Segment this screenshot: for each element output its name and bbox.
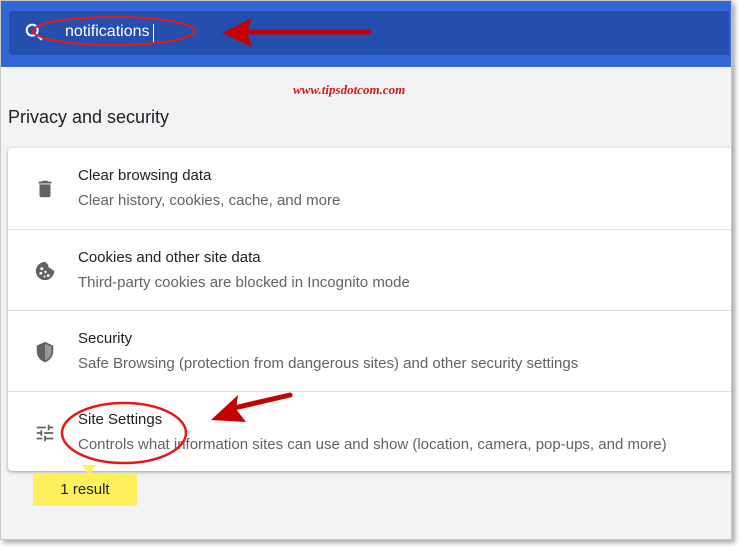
trash-icon [38, 180, 52, 198]
row-subtitle: Controls what information sites can use … [78, 436, 667, 453]
row-subtitle: Third-party cookies are blocked in Incog… [78, 274, 410, 291]
row-title: Security [78, 330, 133, 347]
search-icon[interactable] [23, 21, 45, 43]
watermark-text: www.tipsdotcom.com [293, 82, 406, 97]
text-caret [153, 24, 154, 42]
row-title: Clear browsing data [78, 167, 212, 184]
results-count-badge: 1 result [33, 474, 137, 506]
row-subtitle: Safe Browsing (protection from dangerous… [78, 355, 579, 372]
row-security[interactable]: Security Safe Browsing (protection from … [8, 310, 731, 390]
row-subtitle: Clear history, cookies, cache, and more [78, 192, 341, 209]
settings-header [1, 1, 731, 67]
row-site-settings[interactable]: Site Settings Controls what information … [8, 391, 731, 471]
settings-window: www.tipsdotcom.com Privacy and security … [0, 0, 732, 540]
search-box[interactable] [9, 11, 729, 55]
row-title: Site Settings [78, 411, 163, 428]
settings-card: Clear browsing data Clear history, cooki… [8, 148, 731, 471]
row-clear-browsing-data[interactable]: Clear browsing data Clear history, cooki… [8, 148, 731, 228]
search-input[interactable] [65, 20, 365, 44]
shield-icon [36, 341, 54, 363]
tune-icon [36, 424, 54, 442]
row-title: Cookies and other site data [78, 249, 261, 266]
section-title: Privacy and security [8, 107, 170, 127]
row-cookies[interactable]: Cookies and other site data Third-party … [8, 229, 731, 309]
cookie-icon [35, 261, 55, 281]
